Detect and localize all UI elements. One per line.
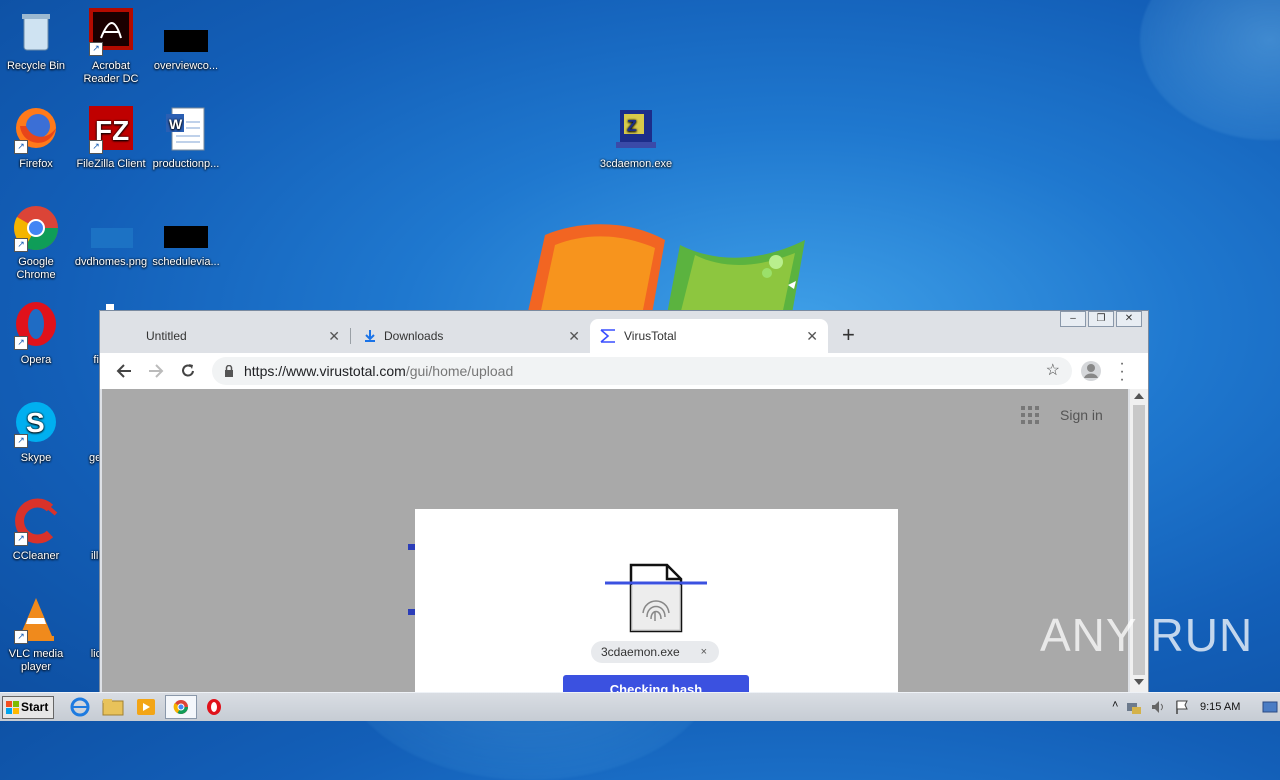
remove-file-icon[interactable]: × bbox=[701, 641, 707, 663]
desktop-icon-label: 3cdaemon.exe bbox=[599, 158, 673, 170]
tab-close-icon[interactable]: ✕ bbox=[806, 319, 818, 353]
desktop-icon-chrome[interactable]: ↗ Google Chrome bbox=[0, 204, 74, 282]
desktop-icon-recycle-bin[interactable]: Recycle Bin bbox=[0, 8, 74, 73]
chrome-window: – ❐ ✕ Untitled ✕ Downloads ✕ VirusTotal … bbox=[99, 310, 1149, 694]
anyrun-watermark: ANY RUN bbox=[1040, 609, 1254, 661]
tab-close-icon[interactable]: ✕ bbox=[328, 319, 340, 353]
explorer-folder-icon[interactable] bbox=[101, 697, 125, 717]
desktop-icon-acrobat[interactable]: ↗ Acrobat Reader DC bbox=[73, 8, 149, 86]
virustotal-icon bbox=[600, 329, 615, 343]
show-desktop-icon[interactable] bbox=[1262, 699, 1278, 715]
tab-label: Downloads bbox=[384, 329, 444, 343]
desktop-icon-dvdhomes[interactable]: dvdhomes.png bbox=[73, 204, 149, 269]
profile-avatar-icon[interactable] bbox=[1080, 360, 1102, 382]
start-label: Start bbox=[21, 700, 49, 714]
desktop-icon-overviewco[interactable]: overviewco... bbox=[148, 8, 224, 73]
image-file-icon bbox=[91, 228, 133, 248]
desktop-icon-label: schedulevia... bbox=[152, 256, 220, 268]
show-hidden-icons-icon[interactable]: ˄ bbox=[1112, 699, 1118, 711]
svg-text:Z: Z bbox=[627, 118, 637, 135]
page-content: Sign in 3cdaemon.exe × Checking hash bbox=[102, 389, 1128, 693]
desktop-icon-label: Acrobat Reader DC bbox=[83, 60, 139, 85]
desktop-icon-filezilla[interactable]: FZ ↗ FileZilla Client bbox=[73, 106, 149, 171]
tab-label: VirusTotal bbox=[624, 329, 677, 343]
back-arrow-icon[interactable] bbox=[116, 363, 132, 379]
media-player-icon[interactable] bbox=[134, 697, 158, 717]
bookmark-star-icon[interactable]: ☆ bbox=[1046, 357, 1060, 385]
checking-hash-button[interactable]: Checking hash bbox=[563, 675, 749, 693]
svg-text:S: S bbox=[26, 407, 45, 438]
desktop-icon-label: FileZilla Client bbox=[76, 158, 146, 170]
file-chip: 3cdaemon.exe × bbox=[591, 641, 719, 663]
apps-grid-icon[interactable] bbox=[1020, 405, 1040, 425]
desktop-icon-label: Google Chrome bbox=[16, 256, 56, 281]
ie-icon[interactable] bbox=[68, 697, 92, 717]
desktop-icon-label: overviewco... bbox=[153, 60, 219, 72]
file-icon bbox=[164, 30, 208, 52]
windows-flag-icon bbox=[6, 701, 19, 714]
tab-untitled[interactable]: Untitled ✕ bbox=[102, 319, 351, 353]
tab-close-icon[interactable]: ✕ bbox=[568, 319, 580, 353]
start-button[interactable]: Start bbox=[2, 696, 54, 719]
desktop-icon-label: productionp... bbox=[152, 158, 220, 170]
forward-arrow-icon[interactable] bbox=[148, 363, 164, 379]
desktop-icon-label: Firefox bbox=[19, 158, 53, 170]
svg-text:W: W bbox=[169, 116, 183, 132]
taskbar-chrome-button[interactable] bbox=[165, 695, 197, 719]
tab-virustotal[interactable]: VirusTotal ✕ bbox=[590, 319, 828, 353]
opera-taskbar-icon[interactable] bbox=[204, 697, 228, 717]
reload-icon[interactable] bbox=[180, 363, 196, 379]
volume-icon[interactable] bbox=[1150, 699, 1166, 715]
desktop-icon-label: dvdhomes.png bbox=[74, 256, 148, 268]
browser-toolbar: https://www.virustotal.com/gui/home/uplo… bbox=[100, 353, 1148, 389]
desktop-icon-label: Recycle Bin bbox=[6, 60, 66, 72]
lock-icon bbox=[225, 365, 233, 377]
action-center-flag-icon[interactable] bbox=[1174, 699, 1190, 715]
sign-in-link[interactable]: Sign in bbox=[1060, 407, 1103, 423]
file-fingerprint-icon bbox=[605, 563, 707, 633]
tab-downloads[interactable]: Downloads ✕ bbox=[350, 319, 590, 353]
file-icon bbox=[164, 226, 208, 248]
download-icon bbox=[365, 330, 375, 342]
desktop-icon-label: Skype bbox=[20, 452, 52, 464]
file-name: 3cdaemon.exe bbox=[601, 645, 680, 659]
chrome-icon bbox=[173, 700, 188, 714]
desktop-icon-productionp[interactable]: W productionp... bbox=[148, 106, 224, 171]
word-doc-icon: W bbox=[166, 107, 205, 151]
menu-kebab-icon[interactable]: · · · bbox=[1118, 356, 1126, 388]
exe-icon: Z bbox=[616, 110, 656, 148]
tab-label: Untitled bbox=[146, 329, 187, 343]
desktop-icon-schedulevia[interactable]: schedulevia... bbox=[148, 204, 224, 269]
scroll-up-icon[interactable] bbox=[1134, 393, 1144, 399]
url-path: /gui/home/upload bbox=[405, 363, 514, 379]
url-host: https://www.virustotal.com bbox=[244, 363, 406, 379]
desktop-icon-firefox[interactable]: ↗ Firefox bbox=[0, 106, 74, 171]
desktop-icon-3cdaemon[interactable]: Z 3cdaemon.exe bbox=[598, 106, 674, 171]
address-bar[interactable]: https://www.virustotal.com/gui/home/uplo… bbox=[212, 357, 1072, 385]
network-icon[interactable] bbox=[1126, 699, 1142, 715]
clock[interactable]: 9:15 AM bbox=[1200, 701, 1240, 713]
new-tab-button[interactable]: + bbox=[842, 319, 855, 353]
scroll-down-icon[interactable] bbox=[1134, 679, 1144, 685]
taskbar: Start ˄ 9:15 AM bbox=[0, 692, 1280, 721]
windows-logo bbox=[525, 224, 805, 325]
tab-strip: Untitled ✕ Downloads ✕ VirusTotal ✕ + bbox=[100, 319, 1148, 353]
desktop-icon-label: Opera bbox=[20, 354, 52, 366]
recycle-bin-icon bbox=[22, 14, 50, 51]
upload-dialog: 3cdaemon.exe × Checking hash bbox=[415, 509, 898, 693]
system-tray: ˄ 9:15 AM bbox=[1104, 693, 1280, 721]
